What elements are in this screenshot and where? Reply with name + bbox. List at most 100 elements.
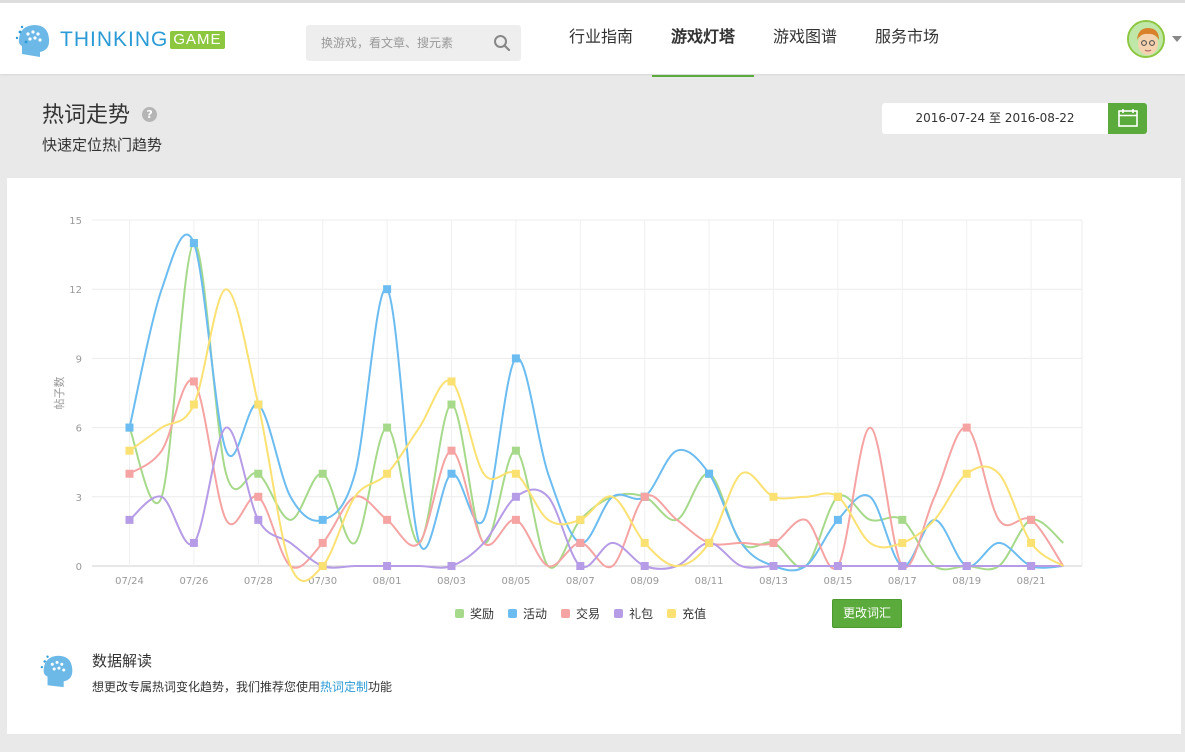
page-title-text: 热词走势 xyxy=(42,103,131,128)
y-tick-label: 9 xyxy=(76,354,82,365)
x-tick-label: 07/28 xyxy=(244,576,273,587)
help-icon[interactable]: ? xyxy=(142,106,158,122)
data-point xyxy=(511,354,520,363)
y-axis-title: 帖子数 xyxy=(53,377,66,410)
legend-item[interactable]: 充值 xyxy=(667,605,706,622)
chart-legend: 奖励 活动 交易 礼包 充值 xyxy=(455,605,720,622)
data-point xyxy=(1027,538,1036,547)
x-tick-label: 08/05 xyxy=(501,576,530,587)
main-nav: 行业指南 游戏灯塔 游戏图谱 服务市场 xyxy=(550,3,958,77)
page-subtitle: 快速定位热门趋势 xyxy=(42,136,163,154)
legend-item[interactable]: 活动 xyxy=(508,605,547,622)
data-point xyxy=(383,285,392,294)
data-point xyxy=(511,492,520,501)
data-point xyxy=(254,492,263,501)
x-tick-label: 08/15 xyxy=(823,576,852,587)
data-point xyxy=(705,469,714,478)
x-tick-label: 08/01 xyxy=(373,576,402,587)
calendar-button[interactable] xyxy=(1108,103,1147,134)
data-point xyxy=(318,515,327,524)
data-point xyxy=(447,469,456,478)
nav-game-atlas[interactable]: 游戏图谱 xyxy=(754,0,856,74)
data-point xyxy=(125,515,134,524)
legend-label: 礼包 xyxy=(629,607,654,621)
series-line-交易 xyxy=(128,379,1065,570)
legend-label: 奖励 xyxy=(470,607,495,621)
data-point xyxy=(125,423,134,432)
search-box xyxy=(306,25,521,61)
data-point xyxy=(576,538,585,547)
brain-head-icon xyxy=(40,655,73,688)
data-point xyxy=(383,423,392,432)
data-point xyxy=(962,469,971,478)
legend-item[interactable]: 礼包 xyxy=(614,605,653,622)
series-line-充值 xyxy=(128,288,1064,582)
data-point xyxy=(125,446,134,455)
nav-industry-guide[interactable]: 行业指南 xyxy=(550,0,652,74)
data-point xyxy=(833,515,842,524)
data-point xyxy=(1027,515,1036,524)
x-tick-label: 08/19 xyxy=(952,576,981,587)
insight-text-after: 功能 xyxy=(368,680,393,694)
insight-text: 想更改专属热词变化趋势，我们推荐您使用热词定制功能 xyxy=(92,678,392,695)
data-point xyxy=(898,538,907,547)
data-point xyxy=(254,400,263,409)
x-tick-label: 07/24 xyxy=(115,576,144,587)
data-point xyxy=(640,562,649,570)
legend-swatch xyxy=(455,609,464,618)
nav-game-lighthouse[interactable]: 游戏灯塔 xyxy=(652,0,755,77)
data-point xyxy=(769,492,778,501)
hotword-custom-link[interactable]: 热词定制 xyxy=(320,680,368,694)
date-range-picker[interactable]: 2016-07-24 至 2016-08-22 xyxy=(882,103,1147,134)
data-point xyxy=(254,515,263,524)
legend-swatch xyxy=(667,609,677,618)
data-point xyxy=(576,515,585,524)
search-input[interactable] xyxy=(306,25,486,61)
x-tick-label: 08/21 xyxy=(1017,576,1046,587)
x-tick-label: 07/26 xyxy=(179,576,208,587)
data-point xyxy=(705,538,714,547)
legend-swatch xyxy=(614,609,624,618)
data-point xyxy=(447,562,456,570)
data-point xyxy=(898,515,907,524)
change-words-button[interactable]: 更改词汇 xyxy=(832,599,902,628)
data-point xyxy=(511,446,520,455)
data-point xyxy=(640,492,649,501)
x-tick-label: 08/17 xyxy=(888,576,917,587)
search-icon[interactable] xyxy=(493,34,511,52)
data-point xyxy=(125,469,134,478)
series-line-礼包 xyxy=(128,426,1064,570)
calendar-icon xyxy=(1118,109,1138,127)
user-avatar[interactable] xyxy=(1127,20,1165,58)
data-point xyxy=(833,562,842,570)
legend-swatch xyxy=(508,609,518,618)
nav-service-market[interactable]: 服务市场 xyxy=(856,0,958,74)
legend-label: 充值 xyxy=(682,607,707,621)
data-point xyxy=(447,400,456,409)
caret-down-icon[interactable] xyxy=(1172,36,1182,42)
legend-item[interactable]: 奖励 xyxy=(455,605,494,622)
top-navigation-bar: THINKING GAME 行业指南 游戏灯塔 游戏图谱 服务市场 xyxy=(0,0,1185,77)
y-tick-label: 0 xyxy=(76,562,82,573)
date-range-value[interactable]: 2016-07-24 至 2016-08-22 xyxy=(882,103,1108,134)
trend-card: 0 3 6 9 12 15 07/24 07/26 07/28 07/30 08/01 08/03 08… xyxy=(7,178,1181,734)
legend-swatch xyxy=(561,609,571,618)
thinkinggame-logo[interactable]: THINKING GAME xyxy=(14,20,225,60)
x-tick-label: 07/30 xyxy=(308,576,337,587)
data-point xyxy=(833,492,842,501)
data-point xyxy=(1027,562,1036,570)
x-tick-label: 08/07 xyxy=(566,576,595,587)
logo-text-thinking: THINKING xyxy=(60,28,169,51)
insight-text-before: 想更改专属热词变化趋势，我们推荐您使用 xyxy=(92,680,321,694)
y-tick-label: 12 xyxy=(69,285,82,296)
logo-text-game: GAME xyxy=(170,31,225,49)
logo-wordmark: THINKING GAME xyxy=(60,28,225,52)
data-point xyxy=(447,446,456,455)
legend-label: 交易 xyxy=(576,607,601,621)
data-point xyxy=(383,515,392,524)
hotword-trend-chart: 0 3 6 9 12 15 07/24 07/26 07/28 07/30 08/01 08/03 08… xyxy=(53,216,1083,587)
data-point xyxy=(189,377,198,386)
legend-item[interactable]: 交易 xyxy=(561,605,600,622)
x-tick-label: 08/03 xyxy=(437,576,466,587)
y-tick-label: 3 xyxy=(76,493,82,504)
